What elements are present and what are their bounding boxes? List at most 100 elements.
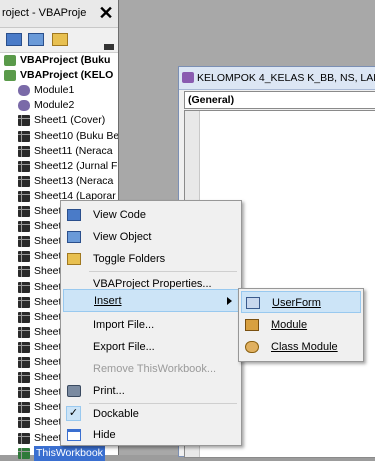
class-module-icon xyxy=(245,341,259,353)
worksheet-icon xyxy=(18,341,30,353)
menu-item-label: View Object xyxy=(93,231,152,243)
worksheet-icon xyxy=(18,281,30,293)
worksheet-icon xyxy=(18,145,30,157)
tree-item-label: Sheet11 (Neraca xyxy=(34,144,113,157)
menu-item-label: Dockable xyxy=(93,408,139,420)
tree-item-label: Sheet xyxy=(34,431,62,444)
module-icon xyxy=(182,72,194,83)
menu-item-label: View Code xyxy=(93,209,146,221)
project-explorer-title: roject - VBAProje xyxy=(2,7,87,19)
worksheet-icon xyxy=(18,130,30,142)
menu-item-export-file[interactable]: Export File... xyxy=(61,336,241,358)
worksheet-icon xyxy=(18,236,30,248)
tree-item[interactable]: Sheet11 (Neraca xyxy=(0,144,118,159)
view-object-icon xyxy=(67,231,81,243)
menu-separator xyxy=(89,271,237,272)
printer-icon xyxy=(67,385,81,397)
project-explorer-toolbar xyxy=(0,28,118,53)
project-explorer-titlebar[interactable]: roject - VBAProje ✕ xyxy=(0,0,118,28)
view-object-icon[interactable] xyxy=(28,33,44,46)
tree-item-label: Sheet xyxy=(34,386,62,399)
tree-item[interactable]: Sheet1 (Cover) xyxy=(0,113,118,128)
tree-item-label: Sheet xyxy=(34,325,62,338)
worksheet-icon xyxy=(18,372,30,384)
tree-item-label: Sheet xyxy=(34,356,62,368)
insert-submenu: UserForm Module Class Module xyxy=(238,288,364,362)
workbook-icon xyxy=(18,447,30,459)
menu-item-dockable[interactable]: ✓ Dockable xyxy=(61,403,241,425)
submenu-item-class-module[interactable]: Class Module xyxy=(239,336,363,358)
worksheet-icon xyxy=(18,221,30,233)
menu-item-label: Print... xyxy=(93,385,125,397)
tree-item-label: Sheet xyxy=(34,265,62,278)
tree-item-label: ThisWorkbook xyxy=(34,445,105,461)
tree-item-label: Sheet xyxy=(34,250,62,263)
tree-item[interactable]: Sheet10 (Buku Be xyxy=(0,129,118,144)
worksheet-icon xyxy=(18,432,30,444)
worksheet-icon xyxy=(18,206,30,217)
submenu-item-label: Module xyxy=(271,319,308,331)
tree-item-label: Module2 xyxy=(34,99,75,112)
tree-item-label: Sheet xyxy=(34,401,62,414)
hide-window-icon xyxy=(67,429,81,441)
submenu-item-userform[interactable]: UserForm xyxy=(241,291,361,313)
worksheet-icon xyxy=(18,417,30,429)
tree-item-label: Sheet xyxy=(34,310,62,323)
menu-item-label: Hide xyxy=(93,429,116,441)
tree-item-label: VBAProject (KELO xyxy=(20,69,114,82)
menu-item-insert[interactable]: Insert xyxy=(63,289,239,312)
tree-item[interactable]: ThisWorkbook xyxy=(0,445,118,461)
code-window-titlebar[interactable]: KELOMPOK 4_KELAS K_BB, NS, LAP. xyxy=(179,67,375,90)
worksheet-icon xyxy=(18,357,30,368)
tree-item-label: VBAProject (Buku xyxy=(20,54,111,66)
tree-item[interactable]: VBAProject (Buku xyxy=(0,53,118,68)
view-code-icon xyxy=(67,209,81,221)
menu-item-print[interactable]: Print... xyxy=(61,380,241,402)
worksheet-icon xyxy=(18,266,30,278)
menu-item-view-code[interactable]: View Code xyxy=(61,204,241,226)
worksheet-icon xyxy=(18,190,30,202)
tree-item-label: Sheet xyxy=(34,371,62,384)
vba-project-icon xyxy=(4,55,16,66)
worksheet-icon xyxy=(18,402,30,414)
menu-item-label: Remove ThisWorkbook... xyxy=(93,363,217,375)
menu-item-view-object[interactable]: View Object xyxy=(61,226,241,248)
menu-item-toggle-folders[interactable]: Toggle Folders xyxy=(61,248,241,270)
close-icon[interactable]: ✕ xyxy=(97,3,115,23)
worksheet-icon xyxy=(18,251,30,263)
tree-item-label: Sheet xyxy=(34,205,62,217)
menu-item-hide[interactable]: Hide xyxy=(61,424,241,446)
tree-item[interactable]: Module2 xyxy=(0,98,118,113)
scroll-down-icon[interactable] xyxy=(104,44,114,50)
tree-item[interactable]: Sheet12 (Jurnal F xyxy=(0,159,118,174)
submenu-arrow-icon xyxy=(227,297,232,305)
view-code-icon[interactable] xyxy=(6,33,22,46)
object-dropdown-value: (General) xyxy=(188,94,235,106)
tree-item[interactable]: Sheet13 (Neraca xyxy=(0,174,118,189)
worksheet-icon xyxy=(18,326,30,338)
tree-item-label: Sheet13 (Neraca xyxy=(34,174,114,187)
object-dropdown[interactable]: (General) xyxy=(184,91,375,109)
module-icon xyxy=(245,319,259,331)
tree-item[interactable]: VBAProject (KELO xyxy=(0,68,118,83)
worksheet-icon xyxy=(18,115,30,127)
tree-item-label: Module1 xyxy=(34,84,75,97)
menu-item-remove: Remove ThisWorkbook... xyxy=(61,358,241,380)
tree-item-label: Sheet xyxy=(34,416,62,429)
worksheet-icon xyxy=(18,296,30,308)
tree-item-label: Sheet xyxy=(34,295,62,308)
menu-item-label: Import File... xyxy=(93,319,155,331)
code-window-title: KELOMPOK 4_KELAS K_BB, NS, LAP. xyxy=(197,72,375,84)
menu-item-label: Export File... xyxy=(93,341,155,353)
menu-item-label: Toggle Folders xyxy=(93,253,166,265)
tree-item-label: Sheet xyxy=(34,280,62,293)
worksheet-icon xyxy=(18,175,30,187)
tree-item-label: Sheet xyxy=(34,340,62,353)
folder-icon xyxy=(67,253,81,265)
submenu-item-module[interactable]: Module xyxy=(239,314,363,336)
toggle-folders-icon[interactable] xyxy=(52,33,68,46)
module-icon xyxy=(18,100,30,112)
context-menu: View Code View Object Toggle Folders VBA… xyxy=(60,200,242,446)
menu-item-import-file[interactable]: Import File... xyxy=(61,314,241,336)
tree-item[interactable]: Module1 xyxy=(0,83,118,98)
